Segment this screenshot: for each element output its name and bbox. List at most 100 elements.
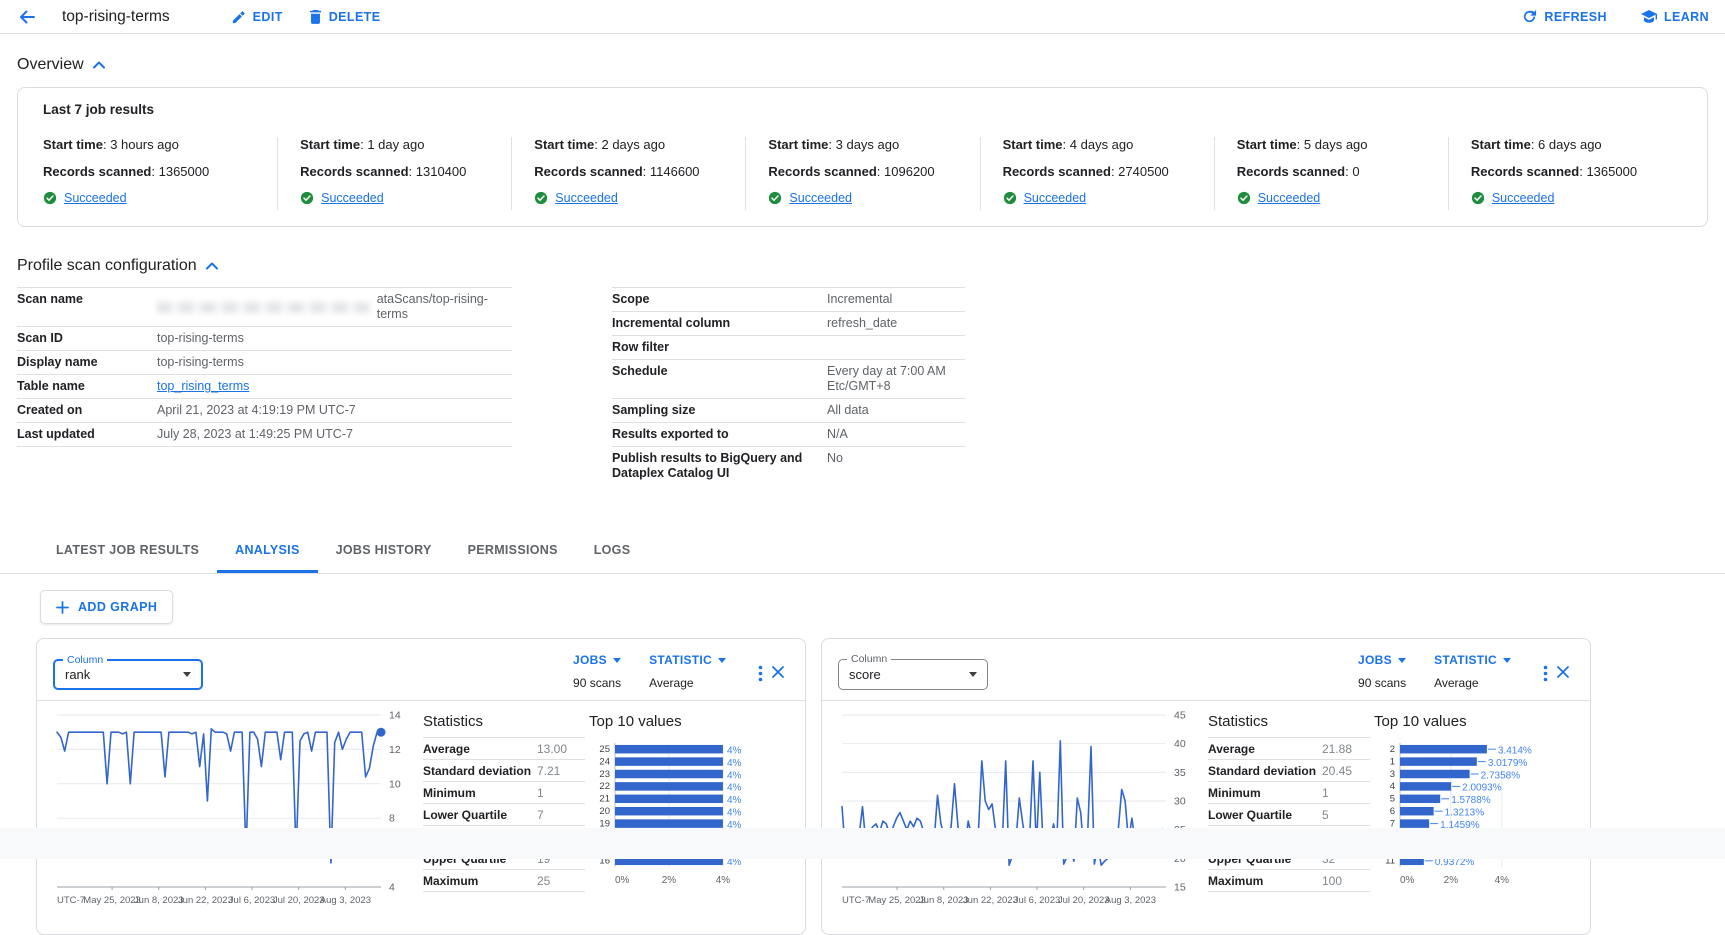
card-menu-button[interactable] [1539, 661, 1552, 686]
stat-row: Minimum1 [1208, 782, 1370, 804]
delete-button[interactable]: DELETE [309, 9, 381, 24]
job-status-link[interactable]: Succeeded [768, 191, 852, 205]
config-label: Publish results to BigQuery and Dataplex… [612, 451, 827, 481]
card-menu-button[interactable] [754, 661, 767, 686]
svg-text:3.414%: 3.414% [1498, 745, 1532, 756]
job-result-card: Start time5 days ago Records scanned0 Su… [1214, 137, 1448, 210]
svg-text:May 25, 2023: May 25, 2023 [868, 895, 926, 906]
collapse-config-icon[interactable] [205, 261, 219, 271]
config-table-left: Scan name ataScans/top-rising-terms Scan… [17, 287, 512, 485]
svg-text:4%: 4% [727, 807, 742, 818]
statistic-dropdown[interactable]: STATISTIC [1434, 653, 1511, 667]
edit-button[interactable]: EDIT [232, 10, 283, 24]
jobs-dropdown[interactable]: JOBS [573, 653, 621, 667]
svg-text:4: 4 [1390, 781, 1395, 792]
stat-label: Standard deviation [423, 764, 537, 778]
statistics-block: Statistics Average21.88Standard deviatio… [1208, 705, 1370, 922]
records-value: 1146600 [650, 164, 700, 179]
chevron-down-icon [1398, 658, 1406, 663]
config-value: July 28, 2023 at 1:49:25 PM UTC-7 [157, 427, 512, 442]
stat-row: Lower Quartile7 [423, 804, 585, 826]
learn-button-label: LEARN [1664, 10, 1709, 24]
tab-logs[interactable]: LOGS [576, 529, 649, 573]
statistics-table: Average13.00Standard deviation7.21Minimu… [423, 737, 585, 892]
card-close-button[interactable] [767, 661, 789, 683]
column-select[interactable]: Column rank [53, 659, 203, 690]
config-row: Scope Incremental [612, 288, 965, 312]
svg-text:UTC-7: UTC-7 [57, 895, 85, 906]
svg-text:4%: 4% [727, 795, 742, 806]
learn-button[interactable]: LEARN [1641, 10, 1709, 24]
last-jobs-card: Last 7 job results Start time3 hours ago… [17, 87, 1708, 227]
job-status-text: Succeeded [1492, 191, 1555, 205]
table-name-link[interactable]: top_rising_terms [157, 379, 249, 393]
stat-label: Minimum [1208, 786, 1322, 800]
statistics-title: Statistics [423, 713, 585, 730]
statistic-value: Average [1434, 676, 1511, 690]
job-status-link[interactable]: Succeeded [1003, 191, 1087, 205]
config-row: Row filter [612, 336, 965, 360]
svg-text:14: 14 [389, 710, 401, 722]
records-value: 1310400 [416, 164, 467, 179]
refresh-button[interactable]: REFRESH [1522, 9, 1607, 24]
back-button[interactable] [16, 7, 38, 27]
statistic-dropdown-label: STATISTIC [1434, 653, 1497, 667]
start-time-value: 3 hours ago [110, 137, 179, 152]
add-graph-button[interactable]: ADD GRAPH [40, 590, 173, 624]
svg-text:UTC-7: UTC-7 [842, 895, 870, 906]
svg-text:1.3213%: 1.3213% [1445, 807, 1485, 818]
config-row: Publish results to BigQuery and Dataplex… [612, 447, 965, 485]
config-value: refresh_date [827, 316, 965, 331]
config-label: Scope [612, 292, 827, 307]
stat-label: Standard deviation [1208, 764, 1322, 778]
close-icon [1556, 665, 1570, 679]
job-status-link[interactable]: Succeeded [1237, 191, 1321, 205]
config-value: top-rising-terms [157, 355, 512, 370]
success-check-icon [1471, 191, 1485, 205]
kebab-menu-icon [758, 665, 763, 682]
start-time-value: 5 days ago [1304, 137, 1368, 152]
config-table-right: Scope Incremental Incremental column ref… [612, 287, 965, 485]
statistic-dropdown[interactable]: STATISTIC [649, 653, 726, 667]
svg-text:10: 10 [389, 778, 401, 790]
collapse-overview-icon[interactable] [92, 60, 106, 70]
job-result-card: Start time3 hours ago Records scanned136… [43, 137, 277, 210]
card-divider [37, 700, 805, 701]
chevron-down-icon [183, 672, 191, 677]
config-row: Last updated July 28, 2023 at 1:49:25 PM… [17, 423, 512, 447]
svg-text:24: 24 [599, 756, 610, 767]
config-value [827, 340, 965, 355]
job-status-link[interactable]: Succeeded [1471, 191, 1555, 205]
svg-text:2.7358%: 2.7358% [1481, 770, 1521, 781]
job-status-link[interactable]: Succeeded [300, 191, 384, 205]
config-row: Created on April 21, 2023 at 4:19:19 PM … [17, 399, 512, 423]
svg-text:2.0093%: 2.0093% [1462, 783, 1502, 794]
jobs-dropdown[interactable]: JOBS [1358, 653, 1406, 667]
learn-school-icon [1641, 10, 1657, 24]
job-status-link[interactable]: Succeeded [534, 191, 618, 205]
tab-analysis[interactable]: ANALYSIS [217, 529, 317, 573]
column-select[interactable]: Column score [838, 659, 988, 690]
svg-text:1: 1 [1390, 756, 1395, 767]
svg-text:21: 21 [599, 794, 610, 805]
stat-row: Average13.00 [423, 737, 585, 760]
svg-text:1.5788%: 1.5788% [1451, 795, 1491, 806]
config-row: Display name top-rising-terms [17, 351, 512, 375]
job-status-text: Succeeded [789, 191, 852, 205]
svg-text:4%: 4% [716, 875, 731, 886]
records-value: 1365000 [1586, 164, 1637, 179]
jobs-dropdown-label: JOBS [573, 653, 607, 667]
card-close-button[interactable] [1552, 661, 1574, 683]
jobs-dropdown-block: JOBS 90 scans [1358, 653, 1406, 690]
tab-latest-job-results[interactable]: LATEST JOB RESULTS [38, 529, 217, 573]
tab-permissions[interactable]: PERMISSIONS [450, 529, 576, 573]
records-label: Records scanned [300, 164, 416, 179]
config-label: Incremental column [612, 316, 827, 331]
tab-jobs-history[interactable]: JOBS HISTORY [318, 529, 450, 573]
svg-text:Jun 8, 2023: Jun 8, 2023 [919, 895, 969, 906]
job-status-link[interactable]: Succeeded [43, 191, 127, 205]
svg-text:Jul 6, 2023: Jul 6, 2023 [229, 895, 275, 906]
column-select-value: score [849, 667, 969, 682]
config-value: ataScans/top-rising-terms [157, 292, 512, 322]
column-select-value: rank [65, 667, 183, 682]
